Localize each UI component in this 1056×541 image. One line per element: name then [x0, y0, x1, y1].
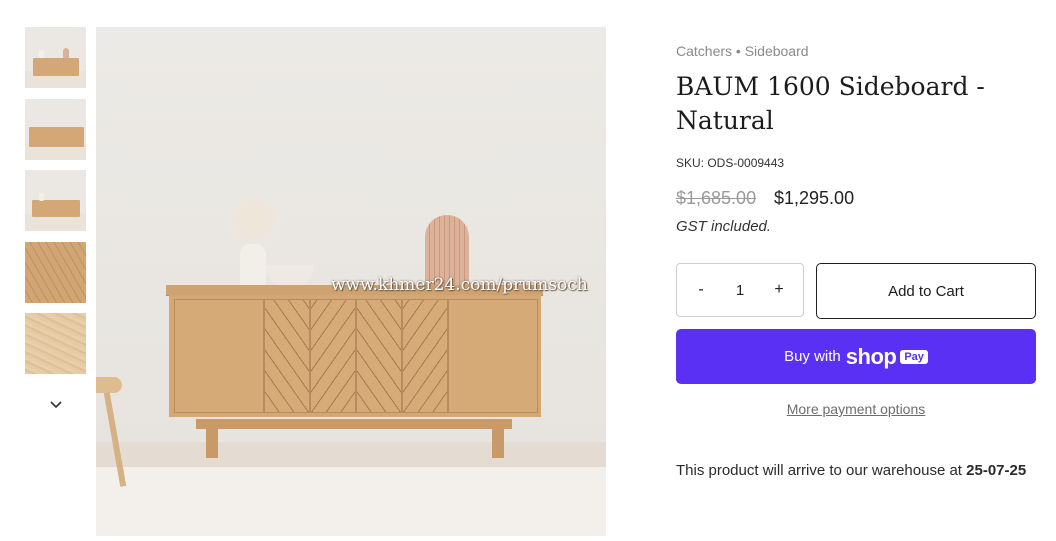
image-dried-grass — [224, 190, 284, 250]
sideboard-leg — [206, 423, 218, 458]
product-sku: SKU: ODS-0009443 — [676, 156, 785, 170]
thumbnail-vase — [39, 50, 44, 58]
thumbnail-vase — [39, 193, 44, 201]
sideboard-right-door — [448, 299, 538, 413]
thumbnail-herringbone-pattern — [25, 242, 86, 303]
thumbnail-sideboard — [29, 127, 84, 147]
breadcrumb: Catchers • Sideboard — [676, 43, 809, 59]
sideboard-left-door — [174, 299, 264, 413]
thumbnail-4[interactable] — [25, 242, 86, 303]
thumbnail-5[interactable] — [25, 313, 86, 374]
sideboard-herringbone-panel — [356, 299, 402, 413]
original-price: $1,685.00 — [676, 188, 757, 208]
shop-logo: shop — [845, 343, 897, 369]
image-vase — [240, 244, 266, 288]
thumbnail-sideboard — [33, 58, 79, 76]
sale-price: $1,295.00 — [774, 188, 855, 208]
buy-with-shop-pay-button[interactable]: Buy with shop Pay — [676, 329, 1036, 384]
image-stool-seat — [96, 377, 122, 393]
sideboard-herringbone-panel — [402, 299, 448, 413]
breadcrumb-item-sideboard[interactable]: Sideboard — [745, 43, 809, 59]
sideboard-base — [196, 419, 512, 429]
buy-with-label: Buy with — [784, 348, 841, 365]
image-arch-decor — [425, 215, 469, 287]
add-to-cart-button[interactable]: Add to Cart — [816, 263, 1036, 319]
breadcrumb-item-catchers[interactable]: Catchers — [676, 43, 732, 59]
thumbnail-sideboard — [32, 200, 80, 217]
arrival-date: 25-07-25 — [966, 462, 1027, 479]
image-rug — [96, 467, 606, 536]
product-title: BAUM 1600 Sideboard - Natural — [676, 72, 985, 135]
more-payment-options-link[interactable]: More payment options — [676, 401, 1036, 417]
thumbnail-1[interactable] — [25, 27, 86, 88]
thumbnail-3[interactable] — [25, 170, 86, 231]
quantity-decrease-button[interactable]: - — [691, 281, 711, 299]
sideboard-herringbone-panel — [310, 299, 356, 413]
arrival-text: This product will arrive to our warehous… — [676, 462, 962, 479]
breadcrumb-separator: • — [735, 43, 741, 59]
pay-badge: Pay — [900, 349, 928, 364]
main-product-image[interactable]: www.khmer24.com/prumsoch — [96, 27, 606, 536]
quantity-input[interactable] — [723, 280, 757, 300]
sideboard-leg — [492, 423, 504, 458]
thumbnail-2[interactable] — [25, 99, 86, 160]
tax-note: GST included. — [676, 218, 772, 235]
sideboard-herringbone-panel — [264, 299, 310, 413]
arrival-notice: This product will arrive to our warehous… — [676, 459, 1036, 482]
chevron-down-icon[interactable] — [47, 396, 65, 414]
thumbnail-arch-decor — [63, 48, 69, 58]
quantity-stepper: - + — [676, 263, 804, 317]
quantity-increase-button[interactable]: + — [769, 281, 789, 299]
